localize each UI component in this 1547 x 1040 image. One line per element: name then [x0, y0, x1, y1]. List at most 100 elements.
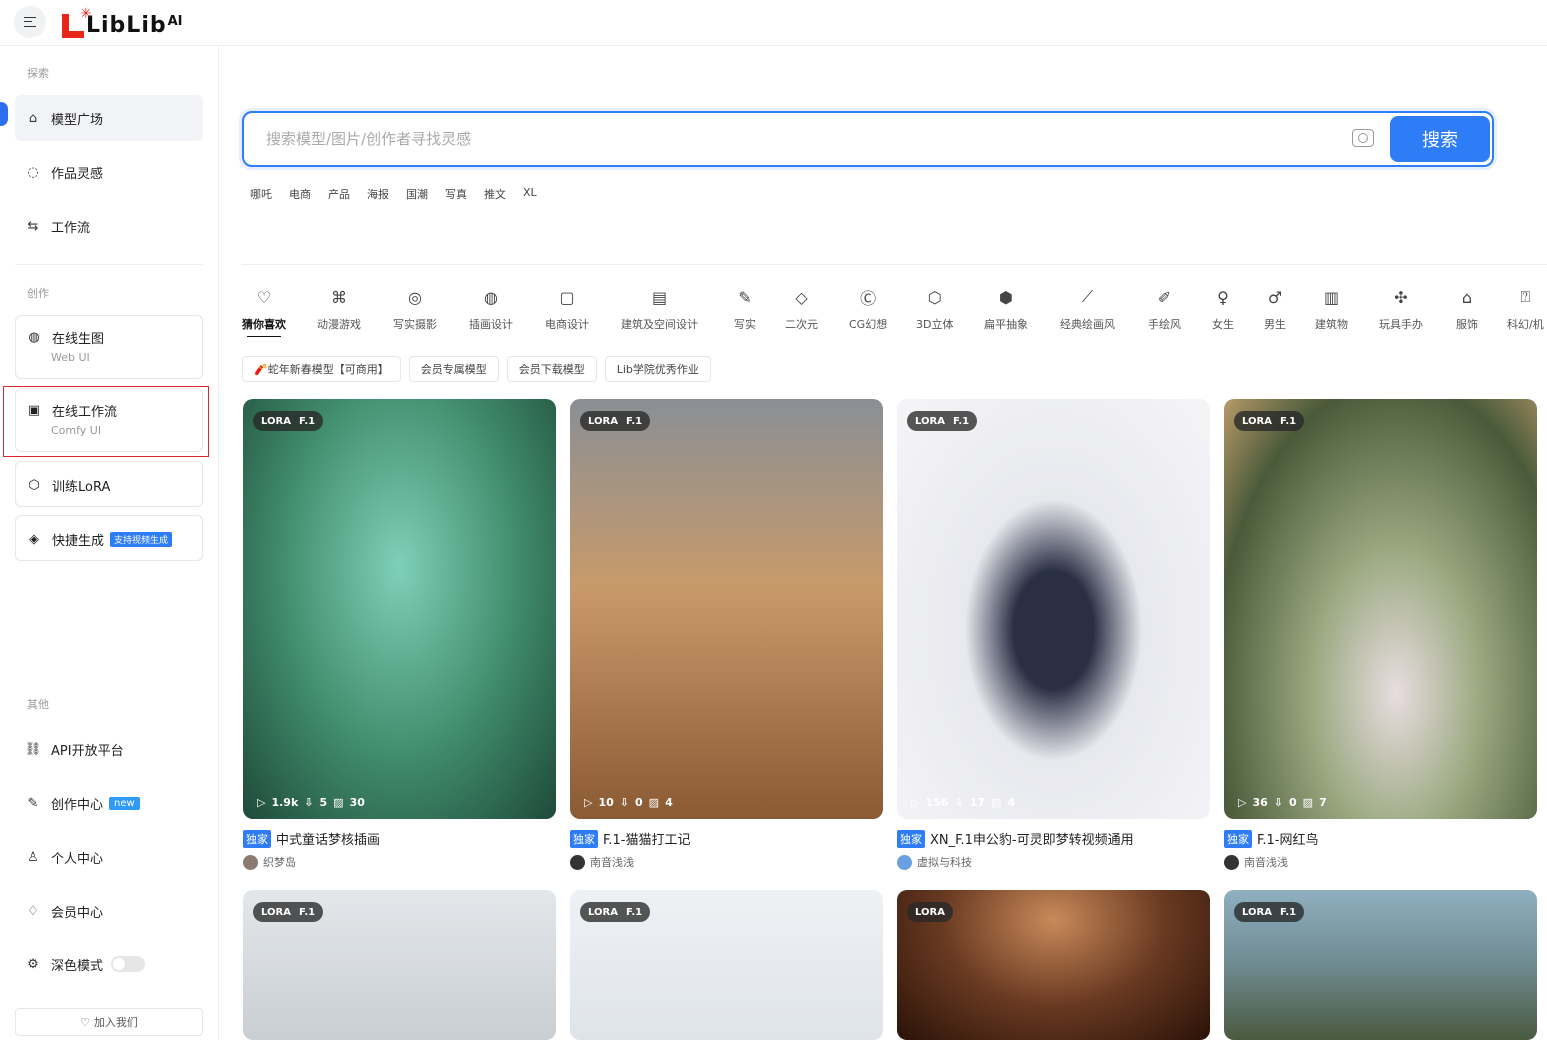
category-tab[interactable]: ⍰ 科幻/机 [1507, 285, 1544, 332]
palette-icon: ◍ [28, 330, 40, 345]
sidebar-item-model-square[interactable]: ⌂ 模型广场 [15, 95, 203, 141]
filter-chip[interactable]: 会员专属模型 [408, 356, 499, 382]
category-tab[interactable]: ✣ 玩具手办 [1379, 285, 1423, 332]
category-tab[interactable]: ◇ 二次元 [785, 285, 818, 332]
avatar[interactable] [897, 854, 912, 870]
sidebar-item-personal[interactable]: ♙ 个人中心 [15, 834, 203, 880]
user-icon: ♙ [27, 849, 39, 865]
model-thumbnail[interactable]: LORA F.1 [570, 890, 883, 1040]
join-us-button[interactable]: ♡ 加入我们 [15, 1008, 203, 1036]
category-label: 女生 [1212, 318, 1234, 331]
model-card[interactable]: LORA F.1 ▷ 1.9k ⇩ 5 ▨ 30 独家 中式童话梦核插画 织梦岛 [243, 399, 556, 870]
category-tab[interactable]: Ⓒ CG幻想 [849, 285, 887, 332]
hot-tag[interactable]: 哪吒 [250, 186, 272, 202]
sidebar-item-membership[interactable]: ♢ 会员中心 [15, 888, 203, 934]
filter-chip[interactable]: 🧨蛇年新春模型【可商用】 [242, 356, 401, 382]
model-thumbnail[interactable]: LORA [897, 890, 1210, 1040]
model-thumbnail[interactable]: LORA F.1 [243, 890, 556, 1040]
exclusive-badge: 独家 [897, 829, 925, 848]
hot-tag[interactable]: 海报 [367, 186, 389, 202]
sidebar-item-quick-generate[interactable]: ◈ 快捷生成 支持视频生成 [15, 515, 203, 561]
tag-base: F.1 [625, 415, 643, 427]
model-thumbnail[interactable]: LORA F.1 ▷ 10 ⇩ 0 ▨ 4 [570, 399, 883, 819]
sidebar-item-inspiration[interactable]: ◌ 作品灵感 [15, 149, 203, 195]
sidebar: 探索 ⌂ 模型广场 ◌ 作品灵感 ⇆ 工作流 创作 ◍ 在线生图 Web UI ▣… [0, 46, 219, 1040]
author-name[interactable]: 南音浅浅 [590, 854, 634, 870]
hot-tag[interactable]: 电商 [289, 186, 311, 202]
model-card[interactable]: LORA F.1 [243, 890, 556, 1040]
category-tab[interactable]: ♀ 女生 [1211, 285, 1235, 332]
category-tab[interactable]: ✐ 手绘风 [1148, 285, 1181, 332]
model-thumbnail[interactable]: LORA F.1 ▷ 36 ⇩ 0 ▨ 7 [1224, 399, 1537, 819]
author-name[interactable]: 织梦岛 [263, 854, 296, 870]
runs-count: 156 [925, 796, 949, 809]
sidebar-item-dark-mode[interactable]: ⚙ 深色模式 [15, 941, 203, 987]
category-tab[interactable]: ♡ 猜你喜欢 [242, 285, 286, 337]
hot-tag[interactable]: 写真 [445, 186, 467, 202]
category-tab[interactable]: ⟋ 经典绘画风 [1060, 285, 1115, 332]
model-thumbnail[interactable]: LORA F.1 ▷ 1.9k ⇩ 5 ▨ 30 [243, 399, 556, 819]
sidebar-item-label: 个人中心 [51, 851, 104, 867]
model-card[interactable]: LORA F.1 ▷ 156 ⇩ 17 ▨ 4 独家 XN_F.1申公豹-可灵即梦转视频通用 … [897, 399, 1210, 870]
downloads-count: 5 [319, 796, 328, 809]
bag-icon: ▢ [559, 287, 575, 307]
model-stats: ▷ 1.9k ⇩ 5 ▨ 30 [257, 796, 365, 809]
shapes-icon: ◇ [795, 287, 808, 307]
sidebar-item-train-lora[interactable]: ⬡ 训练LoRA [15, 461, 203, 507]
category-tab[interactable]: ⌘ 动漫游戏 [317, 285, 361, 332]
search-input[interactable] [266, 113, 1316, 165]
heart-icon: ♡ [256, 287, 272, 307]
sidebar-item-api[interactable]: ⛓ API开放平台 [15, 726, 203, 772]
hot-tag[interactable]: 国潮 [406, 186, 428, 202]
model-title[interactable]: XN_F.1申公豹-可灵即梦转视频通用 [930, 829, 1134, 848]
model-card[interactable]: LORA F.1 ▷ 36 ⇩ 0 ▨ 7 独家 F.1-网红鸟 南音浅浅 [1224, 399, 1537, 870]
category-tab[interactable]: ⌂ 服饰 [1455, 285, 1479, 332]
category-label: 玩具手办 [1379, 318, 1423, 331]
model-title[interactable]: F.1-猫猫打工记 [603, 829, 690, 848]
model-card[interactable]: LORA F.1 [1224, 890, 1537, 1040]
hot-tag[interactable]: 产品 [328, 186, 350, 202]
model-thumbnail[interactable]: LORA F.1 ▷ 156 ⇩ 17 ▨ 4 [897, 399, 1210, 819]
tag-base: F.1 [1279, 906, 1297, 918]
category-tab[interactable]: ▤ 建筑及空间设计 [621, 285, 698, 332]
category-tab[interactable]: ◍ 插画设计 [469, 285, 513, 332]
sidebar-item-webui[interactable]: ◍ 在线生图 Web UI [15, 315, 203, 379]
hot-tag[interactable]: XL [523, 186, 537, 202]
author-name[interactable]: 南音浅浅 [1244, 854, 1288, 870]
model-card[interactable]: LORA F.1 [570, 890, 883, 1040]
category-tab[interactable]: ⬡ 3D立体 [916, 285, 953, 332]
category-tab[interactable]: ▢ 电商设计 [545, 285, 589, 332]
model-card[interactable]: LORA [897, 890, 1210, 1040]
sidebar-item-creator-center[interactable]: ✎ 创作中心 new [15, 780, 203, 826]
model-thumbnail[interactable]: LORA F.1 [1224, 890, 1537, 1040]
category-tab[interactable]: ✎ 写实 [733, 285, 757, 332]
logo[interactable]: ✳ LibLib AI [62, 6, 183, 38]
dark-mode-toggle[interactable] [111, 956, 146, 972]
filter-chip[interactable]: Lib学院优秀作业 [604, 356, 711, 382]
model-tag: LORA [907, 902, 953, 922]
category-label: 动漫游戏 [317, 318, 361, 331]
model-tag: LORA F.1 [580, 411, 651, 431]
category-tab[interactable]: ▥ 建筑物 [1315, 285, 1348, 332]
filter-chip[interactable]: 会员下载模型 [506, 356, 597, 382]
category-tab[interactable]: ◎ 写实摄影 [393, 285, 437, 332]
downloads-count: 0 [1289, 796, 1297, 809]
exclusive-badge: 独家 [570, 829, 598, 848]
model-title[interactable]: 中式童话梦核插画 [276, 829, 380, 848]
camera-icon[interactable] [1352, 129, 1374, 147]
category-tab[interactable]: ⬢ 扁平抽象 [984, 285, 1028, 332]
avatar[interactable] [570, 854, 585, 870]
author-name[interactable]: 虚拟与科技 [917, 854, 972, 870]
search-button[interactable]: 搜索 [1390, 116, 1490, 162]
hot-tag[interactable]: 推文 [484, 186, 506, 202]
model-card[interactable]: LORA F.1 ▷ 10 ⇩ 0 ▨ 4 独家 F.1-猫猫打工记 南音浅浅 [570, 399, 883, 870]
avatar[interactable] [243, 854, 258, 870]
architecture-icon: ▥ [1323, 287, 1340, 307]
model-title[interactable]: F.1-网红鸟 [1257, 829, 1318, 848]
menu-button[interactable] [14, 6, 46, 38]
heart-icon: ♡ [80, 1015, 90, 1029]
sidebar-item-workflow[interactable]: ⇆ 工作流 [15, 203, 203, 249]
category-tab[interactable]: ♂ 男生 [1263, 285, 1287, 332]
avatar[interactable] [1224, 854, 1239, 870]
downloads-count: 17 [969, 796, 985, 809]
